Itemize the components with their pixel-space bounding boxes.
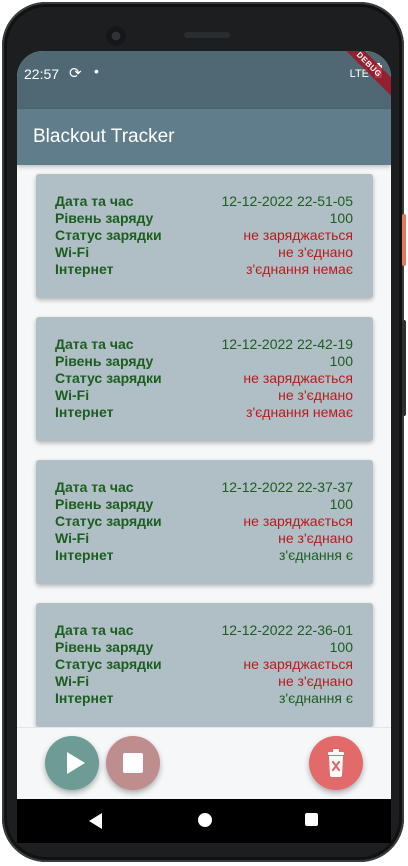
bottom-action-bar [17,727,391,799]
charging-status-value: не заряджається [243,656,353,672]
record-card: Дата та час 12-12-2022 22-42-19 Рівень з… [36,317,373,441]
earpiece-speaker [184,32,230,38]
datetime-label: Дата та час [55,193,134,209]
stop-icon [123,753,143,773]
charge-level-row: Рівень заряду 100 [55,496,353,513]
internet-label: Інтернет [55,690,114,706]
datetime-value: 12-12-2022 22-42-19 [221,336,353,352]
charge-level-label: Рівень заряду [55,210,154,226]
charging-status-label: Статус зарядки [55,513,162,529]
datetime-label: Дата та час [55,336,134,352]
charging-status-label: Статус зарядки [55,370,162,386]
system-navigation-bar [17,799,391,843]
internet-value: з'єднання немає [246,261,353,277]
wifi-label: Wi-Fi [55,673,90,689]
charging-status-row: Статус зарядки не заряджається [55,370,353,387]
record-card: Дата та час 12-12-2022 22-37-37 Рівень з… [36,460,373,584]
datetime-value: 12-12-2022 22-51-05 [221,193,353,209]
charge-level-value: 100 [329,353,353,369]
charge-level-value: 100 [329,639,353,655]
wifi-value: не з'єднано [278,530,353,546]
app-screen: 22:57 ⟳ • LTE DEBUG Blackout Tracker Дат… [17,51,391,799]
records-list[interactable]: Дата та час 12-12-2022 22-51-05 Рівень з… [17,165,391,727]
charge-level-row: Рівень заряду 100 [55,210,353,227]
internet-label: Інтернет [55,261,114,277]
datetime-value: 12-12-2022 22-36-01 [221,622,353,638]
start-tracking-button[interactable] [45,736,99,790]
front-camera-icon [106,26,126,46]
wifi-label: Wi-Fi [55,244,90,260]
status-time: 22:57 [24,66,60,82]
wifi-value: не з'єднано [278,387,353,403]
charging-status-row: Статус зарядки не заряджається [55,227,353,244]
internet-label: Інтернет [55,547,114,563]
internet-row: Інтернет з'єднання є [55,690,353,707]
charge-level-label: Рівень заряду [55,496,154,512]
back-icon[interactable] [89,813,102,829]
sync-icon: ⟳ [69,65,82,82]
status-bar: 22:57 ⟳ • LTE DEBUG [17,51,391,109]
recents-icon[interactable] [305,813,318,826]
play-icon [67,752,85,774]
wifi-label: Wi-Fi [55,387,90,403]
record-card: Дата та час 12-12-2022 22-51-05 Рівень з… [36,174,373,298]
charge-level-row: Рівень заряду 100 [55,353,353,370]
wifi-row: Wi-Fi не з'єднано [55,387,353,404]
charge-level-value: 100 [329,496,353,512]
stop-tracking-button[interactable] [106,736,160,790]
charge-level-label: Рівень заряду [55,353,154,369]
wifi-value: не з'єднано [278,673,353,689]
delete-icon [328,749,344,777]
datetime-label: Дата та час [55,479,134,495]
charge-level-row: Рівень заряду 100 [55,639,353,656]
record-card: Дата та час 12-12-2022 22-36-01 Рівень з… [36,603,373,727]
wifi-row: Wi-Fi не з'єднано [55,530,353,547]
page-title: Blackout Tracker [33,126,175,147]
internet-value: з'єднання є [279,547,353,563]
internet-row: Інтернет з'єднання немає [55,261,353,278]
internet-value: з'єднання є [279,690,353,706]
wifi-row: Wi-Fi не з'єднано [55,673,353,690]
notification-dot: • [94,63,99,79]
charging-status-value: не заряджається [243,227,353,243]
datetime-value: 12-12-2022 22-37-37 [221,479,353,495]
charging-status-label: Статус зарядки [55,227,162,243]
charging-status-value: не заряджається [243,370,353,386]
wifi-row: Wi-Fi не з'єднано [55,244,353,261]
internet-row: Інтернет з'єднання є [55,547,353,564]
datetime-row: Дата та час 12-12-2022 22-36-01 [55,622,353,639]
side-button-volume [402,320,406,416]
wifi-label: Wi-Fi [55,530,90,546]
charging-status-label: Статус зарядки [55,656,162,672]
side-button-power [402,214,406,266]
charge-level-value: 100 [329,210,353,226]
datetime-row: Дата та час 12-12-2022 22-42-19 [55,336,353,353]
charge-level-label: Рівень заряду [55,639,154,655]
internet-row: Інтернет з'єднання немає [55,404,353,421]
charging-status-row: Статус зарядки не заряджається [55,656,353,673]
datetime-row: Дата та час 12-12-2022 22-51-05 [55,193,353,210]
delete-records-button[interactable] [309,736,363,790]
datetime-label: Дата та час [55,622,134,638]
wifi-value: не з'єднано [278,244,353,260]
charging-status-value: не заряджається [243,513,353,529]
internet-label: Інтернет [55,404,114,420]
charging-status-row: Статус зарядки не заряджається [55,513,353,530]
app-bar: Blackout Tracker [17,109,391,165]
home-icon[interactable] [198,813,212,827]
internet-value: з'єднання немає [246,404,353,420]
datetime-row: Дата та час 12-12-2022 22-37-37 [55,479,353,496]
